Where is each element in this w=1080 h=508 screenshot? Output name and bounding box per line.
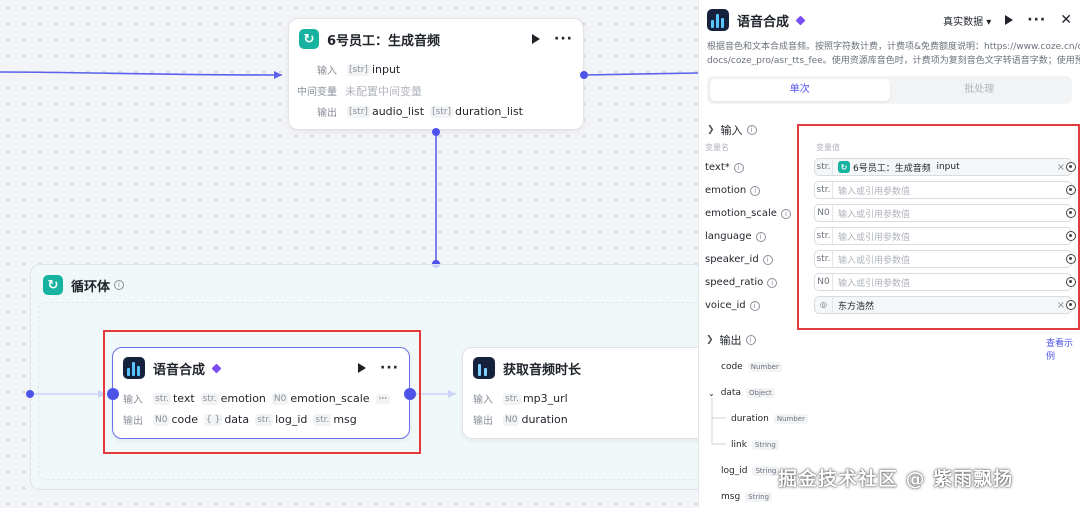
chevron-down-icon: ❯ — [707, 125, 715, 135]
output-label: 输出 — [473, 416, 493, 427]
audio-wave-icon — [707, 9, 729, 31]
run-icon[interactable] — [1005, 15, 1014, 25]
loop-icon: ↻ — [299, 29, 319, 49]
info-icon[interactable]: i — [767, 277, 778, 288]
tree-lines — [711, 398, 726, 445]
node-title: 6号员工：生成音频 — [327, 33, 441, 49]
param-label: text* i — [705, 162, 744, 173]
param-label: emotion i — [705, 185, 761, 196]
port[interactable] — [432, 128, 440, 136]
port[interactable] — [580, 71, 588, 79]
col-name-label: 变量名 — [705, 143, 729, 152]
premium-icon — [795, 15, 806, 25]
tab-batch[interactable]: 批处理 — [890, 79, 1070, 101]
close-icon[interactable]: ✕ — [1060, 12, 1072, 28]
chevron-down-icon: ⌄ — [708, 388, 715, 398]
param-label: speed_ratio i — [705, 277, 778, 288]
output-tag: [str] audio_list — [347, 105, 425, 118]
param-label: speaker_id i — [705, 254, 773, 265]
mid-label: 中间变量 — [297, 87, 337, 98]
highlight-box-node — [103, 330, 421, 454]
output-tag: N0 duration — [503, 413, 568, 426]
chevron-down-icon: ❯ — [706, 335, 714, 345]
run-icon[interactable] — [532, 34, 541, 44]
loop-icon: ↻ — [43, 275, 63, 295]
description: 根据音色和文本合成音频。按照字符数计费，计费项&免费额度说明：https://w… — [707, 42, 1080, 66]
loop-title: 循环体 — [71, 279, 111, 295]
param-label: emotion_scale i — [705, 208, 791, 219]
node-audio-duration[interactable]: 获取音频时长 输入 str. mp3_url 输出 N0 duration — [462, 347, 698, 439]
workflow-canvas[interactable]: ↻ 6号员工：生成音频 ··· 输入 [str] input 中间变量 未配置中间… — [0, 0, 698, 508]
info-icon[interactable]: i — [749, 300, 760, 311]
info-icon[interactable]: i — [755, 231, 766, 242]
output-item: duration Number — [731, 414, 808, 424]
more-icon[interactable]: ··· — [554, 31, 573, 47]
info-icon[interactable]: i — [746, 125, 757, 135]
run-mode-tabs: 单次 批处理 — [707, 76, 1072, 104]
node-title: 获取音频时长 — [503, 362, 582, 378]
info-icon[interactable]: i — [762, 254, 773, 265]
output-item: log_id String — [721, 466, 780, 476]
input-tag: str. mp3_url — [503, 392, 568, 405]
port[interactable] — [26, 390, 34, 398]
input-label: 输入 — [317, 66, 337, 77]
output-item: code Number — [721, 362, 782, 372]
output-section-header[interactable]: ❯ 输出 i — [698, 330, 756, 350]
more-icon[interactable]: ··· — [1027, 12, 1046, 28]
output-item: msg String — [721, 492, 773, 502]
input-tag: [str] input — [347, 63, 401, 76]
tab-single[interactable]: 单次 — [710, 79, 890, 101]
info-icon[interactable]: i — [114, 280, 125, 290]
data-source-select[interactable]: 真实数据 ▾ — [943, 13, 991, 28]
panel-title: 语音合成 — [737, 14, 790, 30]
info-icon[interactable]: i — [750, 185, 761, 196]
param-label: language i — [705, 231, 766, 242]
input-label: 输入 — [473, 395, 493, 406]
output-label: 输出 — [317, 108, 337, 119]
output-tag: [str] duration_list — [430, 105, 523, 118]
output-item: link String — [731, 440, 779, 450]
param-label: voice_id i — [705, 300, 760, 311]
audio-icon — [473, 357, 495, 379]
output-item[interactable]: ⌄ data Object — [708, 388, 775, 398]
mid-value: 未配置中间变量 — [345, 84, 422, 98]
node-generate-audio[interactable]: ↻ 6号员工：生成音频 ··· 输入 [str] input 中间变量 未配置中间… — [288, 18, 584, 130]
info-icon[interactable]: i — [745, 335, 756, 345]
info-icon[interactable]: i — [780, 208, 791, 219]
highlight-box-params — [797, 124, 1080, 330]
watermark: 掘金技术社区 @ 紫雨飘扬 — [778, 468, 1014, 490]
info-icon[interactable]: i — [733, 162, 744, 173]
view-example-link[interactable]: 查看示例 — [1046, 336, 1080, 362]
